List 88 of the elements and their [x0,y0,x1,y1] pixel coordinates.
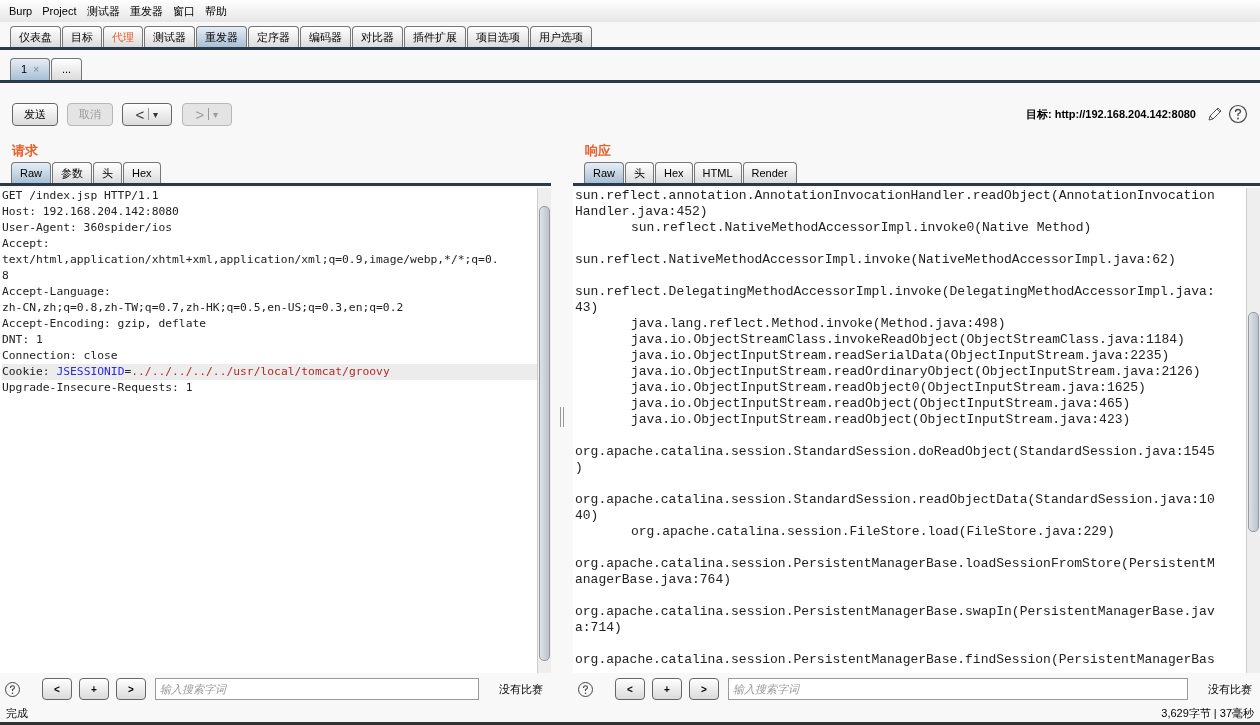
section-title: 响应 [584,142,612,160]
status-info: 3,629字节 | 37毫秒 [1161,706,1254,722]
tab[interactable]: 项目选项 [467,26,529,47]
add-button[interactable]: + [79,678,109,700]
help-icon[interactable] [4,680,21,698]
code-line: Accept-Language: [2,284,112,300]
menu-item[interactable]: Burp [9,2,33,20]
scrollbar-thumb[interactable] [1248,312,1259,532]
tab[interactable]: Render [742,162,797,183]
pencil-icon[interactable] [1206,105,1223,123]
scrollbar[interactable] [537,188,551,673]
code-line: Upgrade-Insecure-Requests: 1 [2,380,194,396]
tab[interactable]: 仪表盘 [10,26,61,47]
code-line: User-Agent: 360spider/ios [2,220,174,236]
code-line: sun.reflect.NativeMethodAccessorImpl.invoke0(Native Method) [630,220,1093,236]
tab[interactable]: ... [50,58,83,80]
code-line: org.apache.catalina.session.FileStore.load(FileStore.java:229) [630,524,1116,540]
code-line: 40) [575,508,600,524]
menu-item[interactable]: 测试器 [86,2,120,20]
tab[interactable]: 编码器 [300,26,351,47]
tab[interactable]: 目标 [62,26,102,47]
match-count: 没有比赛 [1208,681,1252,697]
tab[interactable]: 参数 [52,162,92,183]
tab[interactable]: 定序器 [248,26,299,47]
scrollbar-thumb[interactable] [539,206,550,661]
next-button[interactable]: > [116,678,146,700]
menu-item[interactable]: 窗口 [172,2,195,20]
help-icon[interactable] [577,680,594,698]
code-line: java.io.ObjectInputStream.readOrdinaryObject(ObjectInputStream.java:2126) [630,364,1202,380]
section-title: 请求 [10,142,39,160]
code-line: ) [575,460,584,476]
target-label: 目标: http://192.168.204.142:8080 [1026,106,1196,122]
code-line: java.io.ObjectInputStream.readSerialData(ObjectInputStream.java:2235) [630,348,1171,364]
code-line: org.apache.catalina.session.StandardSession.readObjectData(StandardSession.java:10 [575,491,1216,508]
code-line: zh-CN,zh;q=0.8,zh-TW;q=0.7,zh-HK;q=0.5,en-US;q=0.3,en;q=0.2 [2,300,405,316]
help-icon[interactable] [1228,104,1248,124]
tab[interactable]: 测试器 [144,26,195,47]
code-line: org.apache.catalina.session.PersistentManagerBase.loadSessionFromStore(PersistentM [575,555,1216,572]
code-line: java.io.ObjectStreamClass.invokeReadObject(ObjectStreamClass.java:1184) [630,332,1186,348]
code-line: java.io.ObjectInputStream.readObject(ObjectInputStream.java:423) [630,412,1132,428]
tab[interactable]: 对比器 [352,26,403,47]
menu-item[interactable]: Project [42,2,77,20]
code-line: org.apache.catalina.session.StandardSession.doReadObject(StandardSession.java:1545 [575,443,1216,460]
code-line: sun.reflect.NativeMethodAccessorImpl.invoke(NativeMethodAccessorImpl.java:62) [575,251,1177,268]
tab[interactable]: Raw [584,162,624,183]
code-line: 43) [575,300,600,316]
send-button[interactable]: 发送 [12,102,58,126]
code-line: anagerBase.java:764) [575,572,733,588]
code-line: GET /index.jsp HTTP/1.1 [2,188,160,204]
add-button[interactable]: + [652,678,682,700]
next-button[interactable]: > [689,678,719,700]
tab[interactable]: HTML [693,162,742,183]
tab[interactable]: Hex [123,162,161,183]
status-text: 完成 [6,706,28,722]
match-count: 没有比赛 [499,681,543,697]
previous-button[interactable]: < [615,678,645,700]
tab[interactable]: 头 [93,162,122,183]
tab[interactable]: 插件扩展 [404,26,466,47]
menu-item[interactable]: 重发器 [129,2,163,20]
code-line: org.apache.catalina.session.PersistentManagerBase.findSession(PersistentManagerBas [575,651,1216,668]
code-line: java.io.ObjectInputStream.readObject(ObjectInputStream.java:465) [630,396,1132,412]
code-line: Host: 192.168.204.142:8080 [2,204,180,220]
tab[interactable]: 用户选项 [530,26,592,47]
code-line: java.io.ObjectInputStream.readObject0(ObjectInputStream.java:1625) [630,380,1147,396]
splitter-handle[interactable] [560,407,564,427]
code-line: sun.reflect.annotation.AnnotationInvocationHandler.readObject(AnnotationInvocation [575,188,1216,204]
code-line: 8 [2,268,10,284]
code-line: Accept-Encoding: gzip, deflate [2,316,208,332]
code-line: Connection: close [2,348,119,364]
tab[interactable]: 重发器 [196,26,247,47]
code-line: Handler.java:452) [575,204,709,220]
back-button[interactable]: < ▾ [122,102,172,126]
code-line: text/html,application/xhtml+xml,application/xml;q=0.9,image/webp,*/*;q=0. [2,252,500,268]
tab[interactable]: Hex [655,162,693,183]
code-line: a:714) [575,620,623,636]
menu-item[interactable]: 帮助 [204,2,227,20]
tab[interactable]: Raw [11,162,51,183]
code-line: Accept: [2,236,51,252]
scrollbar[interactable] [1246,188,1260,673]
tab[interactable]: 1 × [10,58,50,80]
code-line: java.lang.reflect.Method.invoke(Method.java:498) [630,316,1007,332]
code-line: org.apache.catalina.session.PersistentManagerBase.swapIn(PersistentManagerBase.jav [575,603,1216,620]
search-field[interactable]: 输入搜索字词 [728,678,1188,700]
tab[interactable]: 头 [625,162,654,183]
search-field[interactable]: 输入搜索字词 [155,678,479,700]
previous-button[interactable]: < [42,678,72,700]
code-line: sun.reflect.DelegatingMethodAccessorImpl.invoke(DelegatingMethodAccessorImpl.java: [575,283,1216,300]
code-line: DNT: 1 [2,332,44,348]
